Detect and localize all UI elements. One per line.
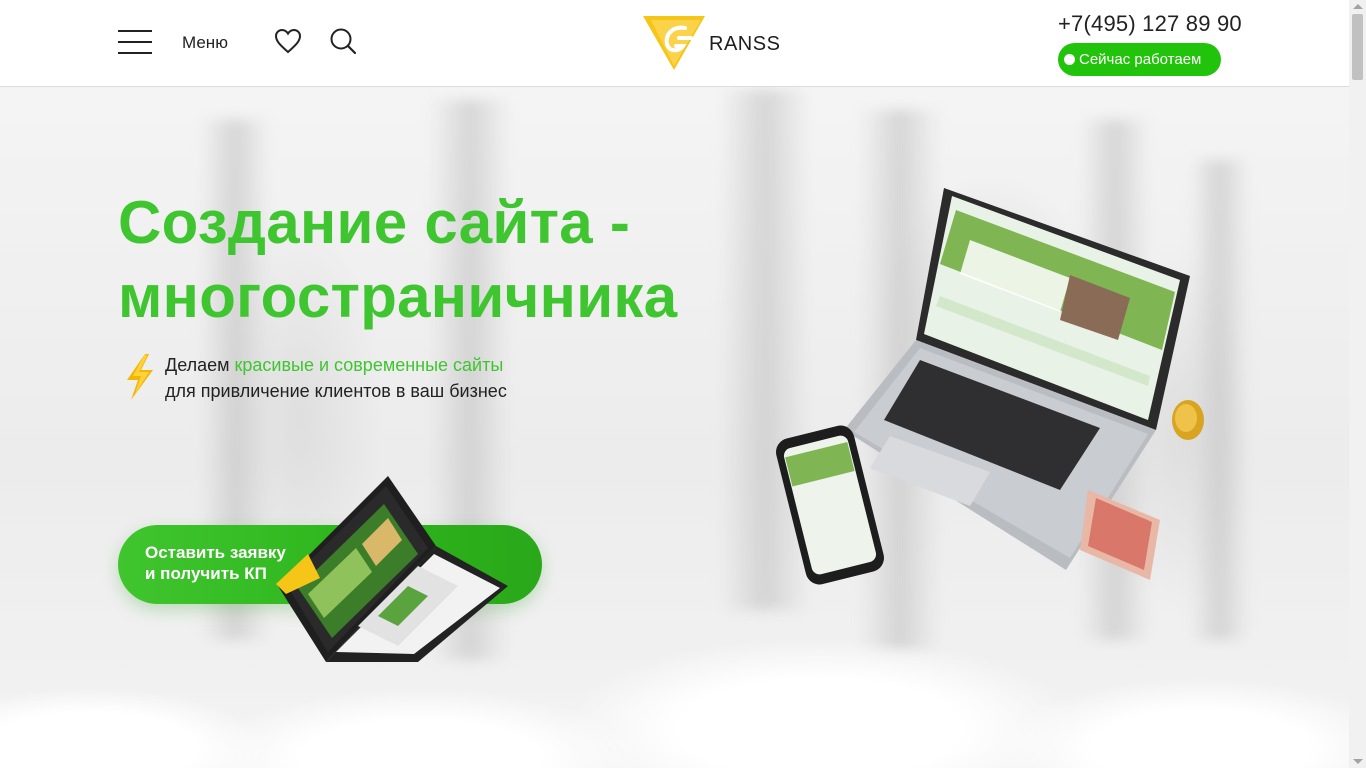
status-label: Сейчас работаем [1079,51,1202,68]
site-header: Меню RANSS +7(495) 127 89 90 Сейчас рабо… [0,0,1349,87]
search-icon[interactable] [329,27,357,55]
hero-subtitle-line2: для привличение клиентов в ваш бизнес [165,381,507,401]
hero-title-line1: Создание сайта - [118,189,631,256]
hamburger-icon[interactable] [118,30,152,54]
status-badge: Сейчас работаем [1058,43,1221,76]
lightning-icon [127,354,153,400]
phone-number[interactable]: +7(495) 127 89 90 [1058,11,1242,37]
heart-icon[interactable] [274,28,302,54]
hero-subtitle-highlight: красивые и современные сайты [234,355,504,375]
hero-subtitle-prefix: Делаем [165,355,235,375]
status-dot-icon [1064,54,1075,65]
request-quote-label[interactable]: Оставить заявку и получить КП [145,542,315,584]
laptop-phone-image [776,188,1204,585]
scrollbar-thumb[interactable] [1352,14,1363,80]
clouds-decoration [0,608,1349,768]
scrollbar-track[interactable] [1349,0,1366,768]
hero-title: Создание сайта - многостраничника [118,186,758,334]
logo-text: RANSS [709,33,781,55]
scroll-down-arrow-icon[interactable] [1353,759,1363,764]
cta-line2: и получить КП [145,564,267,583]
menu-label[interactable]: Меню [182,33,228,53]
cta-line1: Оставить заявку [145,543,286,562]
scroll-up-arrow-icon[interactable] [1353,4,1363,9]
hero-title-line2: многостраничника [118,263,678,330]
hero-subtitle: Делаем красивые и современные сайты для … [165,352,507,404]
